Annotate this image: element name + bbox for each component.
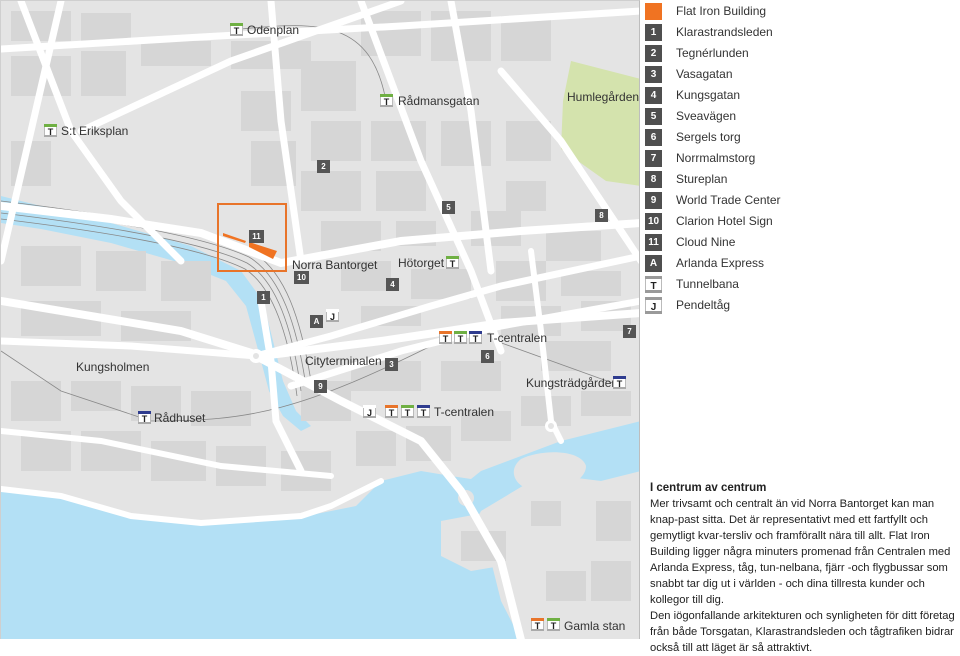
- metro-station-icon: T: [446, 256, 459, 269]
- place-label-hotorget[interactable]: Hötorget: [398, 256, 444, 270]
- place-label-odenplan[interactable]: Odenplan: [247, 23, 299, 37]
- legend-number-badge: 7: [645, 150, 662, 167]
- metro-station-icon-blue: T: [469, 331, 482, 344]
- info-title: I centrum av centrum: [650, 482, 767, 494]
- place-label-t-centralen[interactable]: T-centralen: [487, 331, 547, 345]
- legend-label: Norrmalmstorg: [676, 151, 756, 165]
- place-label-norra-bantorget[interactable]: Norra Bantorget: [292, 258, 377, 272]
- legend-label: Clarion Hotel Sign: [676, 214, 773, 228]
- legend-number-badge: 5: [645, 108, 662, 125]
- metro-station-icon-red: T: [531, 618, 544, 631]
- legend-label: Kungsgatan: [676, 88, 741, 102]
- legend-number-badge: 3: [645, 66, 662, 83]
- marker-7[interactable]: 7: [623, 325, 636, 338]
- legend-number-badge: 9: [645, 192, 662, 209]
- flat-iron-swatch: [645, 3, 662, 20]
- place-label-t-centralen-2[interactable]: T-centralen: [434, 405, 494, 419]
- metro-station-icon-blue: T: [417, 405, 430, 418]
- legend-number-badge: 10: [645, 213, 662, 230]
- legend-label: Flat Iron Building: [676, 4, 767, 18]
- metro-station-icon-red: T: [385, 405, 398, 418]
- legend-label: Arlanda Express: [676, 256, 765, 270]
- place-label-st-eriksplan[interactable]: S:t Eriksplan: [61, 124, 128, 138]
- place-label-kungstradgarden[interactable]: Kungsträdgården: [526, 376, 618, 390]
- marker-11[interactable]: 11: [249, 230, 264, 243]
- metro-station-icon-green: T: [401, 405, 414, 418]
- legend-number-badge: 4: [645, 87, 662, 104]
- marker-8[interactable]: 8: [595, 209, 608, 222]
- marker-10[interactable]: 10: [294, 271, 309, 284]
- legend-number-badge: 8: [645, 171, 662, 188]
- legend-label: Vasagatan: [676, 67, 733, 81]
- marker-1[interactable]: 1: [257, 291, 270, 304]
- city-map[interactable]: T Odenplan T S:t Eriksplan T Rådmansgata…: [0, 0, 640, 639]
- legend-label: Cloud Nine: [676, 235, 736, 249]
- station-icon: T: [645, 276, 662, 293]
- place-label-radhuset[interactable]: Rådhuset: [154, 411, 205, 425]
- legend-label: Sveavägen: [676, 109, 737, 123]
- place-label-kungsholmen[interactable]: Kungsholmen: [76, 360, 149, 374]
- place-label-humlegarden[interactable]: Humlegården: [567, 90, 639, 104]
- metro-station-icon-blue: T: [613, 376, 626, 389]
- legend-number-badge: 11: [645, 234, 662, 251]
- marker-9[interactable]: 9: [314, 380, 327, 393]
- legend-label: Tunnelbana: [676, 277, 739, 291]
- metro-station-icon-green: T: [547, 618, 560, 631]
- legend-label: Sergels torg: [676, 130, 741, 144]
- place-label-cityterminalen[interactable]: Cityterminalen: [305, 354, 382, 368]
- metro-station-icon: T: [44, 124, 57, 137]
- legend-label: Pendeltåg: [676, 298, 731, 312]
- metro-station-icon: T: [380, 94, 393, 107]
- info-panel: I centrum av centrum Mer trivsamt och ce…: [650, 480, 956, 656]
- marker-arlanda-express[interactable]: A: [310, 315, 323, 328]
- commuter-train-icon[interactable]: J: [326, 309, 339, 322]
- marker-3[interactable]: 3: [385, 358, 398, 371]
- metro-station-icon-red: T: [439, 331, 452, 344]
- marker-5[interactable]: 5: [442, 201, 455, 214]
- legend-number-badge: 1: [645, 24, 662, 41]
- place-label-radmansgatan[interactable]: Rådmansgatan: [398, 94, 479, 108]
- place-label-gamla-stan[interactable]: Gamla stan: [564, 619, 625, 633]
- info-paragraph-2: Den iögonfallande arkitekturen och synli…: [650, 610, 955, 654]
- legend-number-badge: 6: [645, 129, 662, 146]
- legend-label: Klarastrandsleden: [676, 25, 773, 39]
- station-icon: J: [645, 297, 662, 314]
- legend-label: Tegnérlunden: [676, 46, 749, 60]
- info-paragraph-1: Mer trivsamt och centralt än vid Norra B…: [650, 498, 951, 606]
- legend-number-badge: 2: [645, 45, 662, 62]
- legend-label: Stureplan: [676, 172, 728, 186]
- marker-4[interactable]: 4: [386, 278, 399, 291]
- metro-station-icon-blue: T: [138, 411, 151, 424]
- marker-2[interactable]: 2: [317, 160, 330, 173]
- metro-station-icon: T: [230, 23, 243, 36]
- metro-station-icon-green: T: [454, 331, 467, 344]
- legend-number-badge: A: [645, 255, 662, 272]
- commuter-train-icon: J: [363, 405, 376, 418]
- marker-6[interactable]: 6: [481, 350, 494, 363]
- legend-label: World Trade Center: [676, 193, 781, 207]
